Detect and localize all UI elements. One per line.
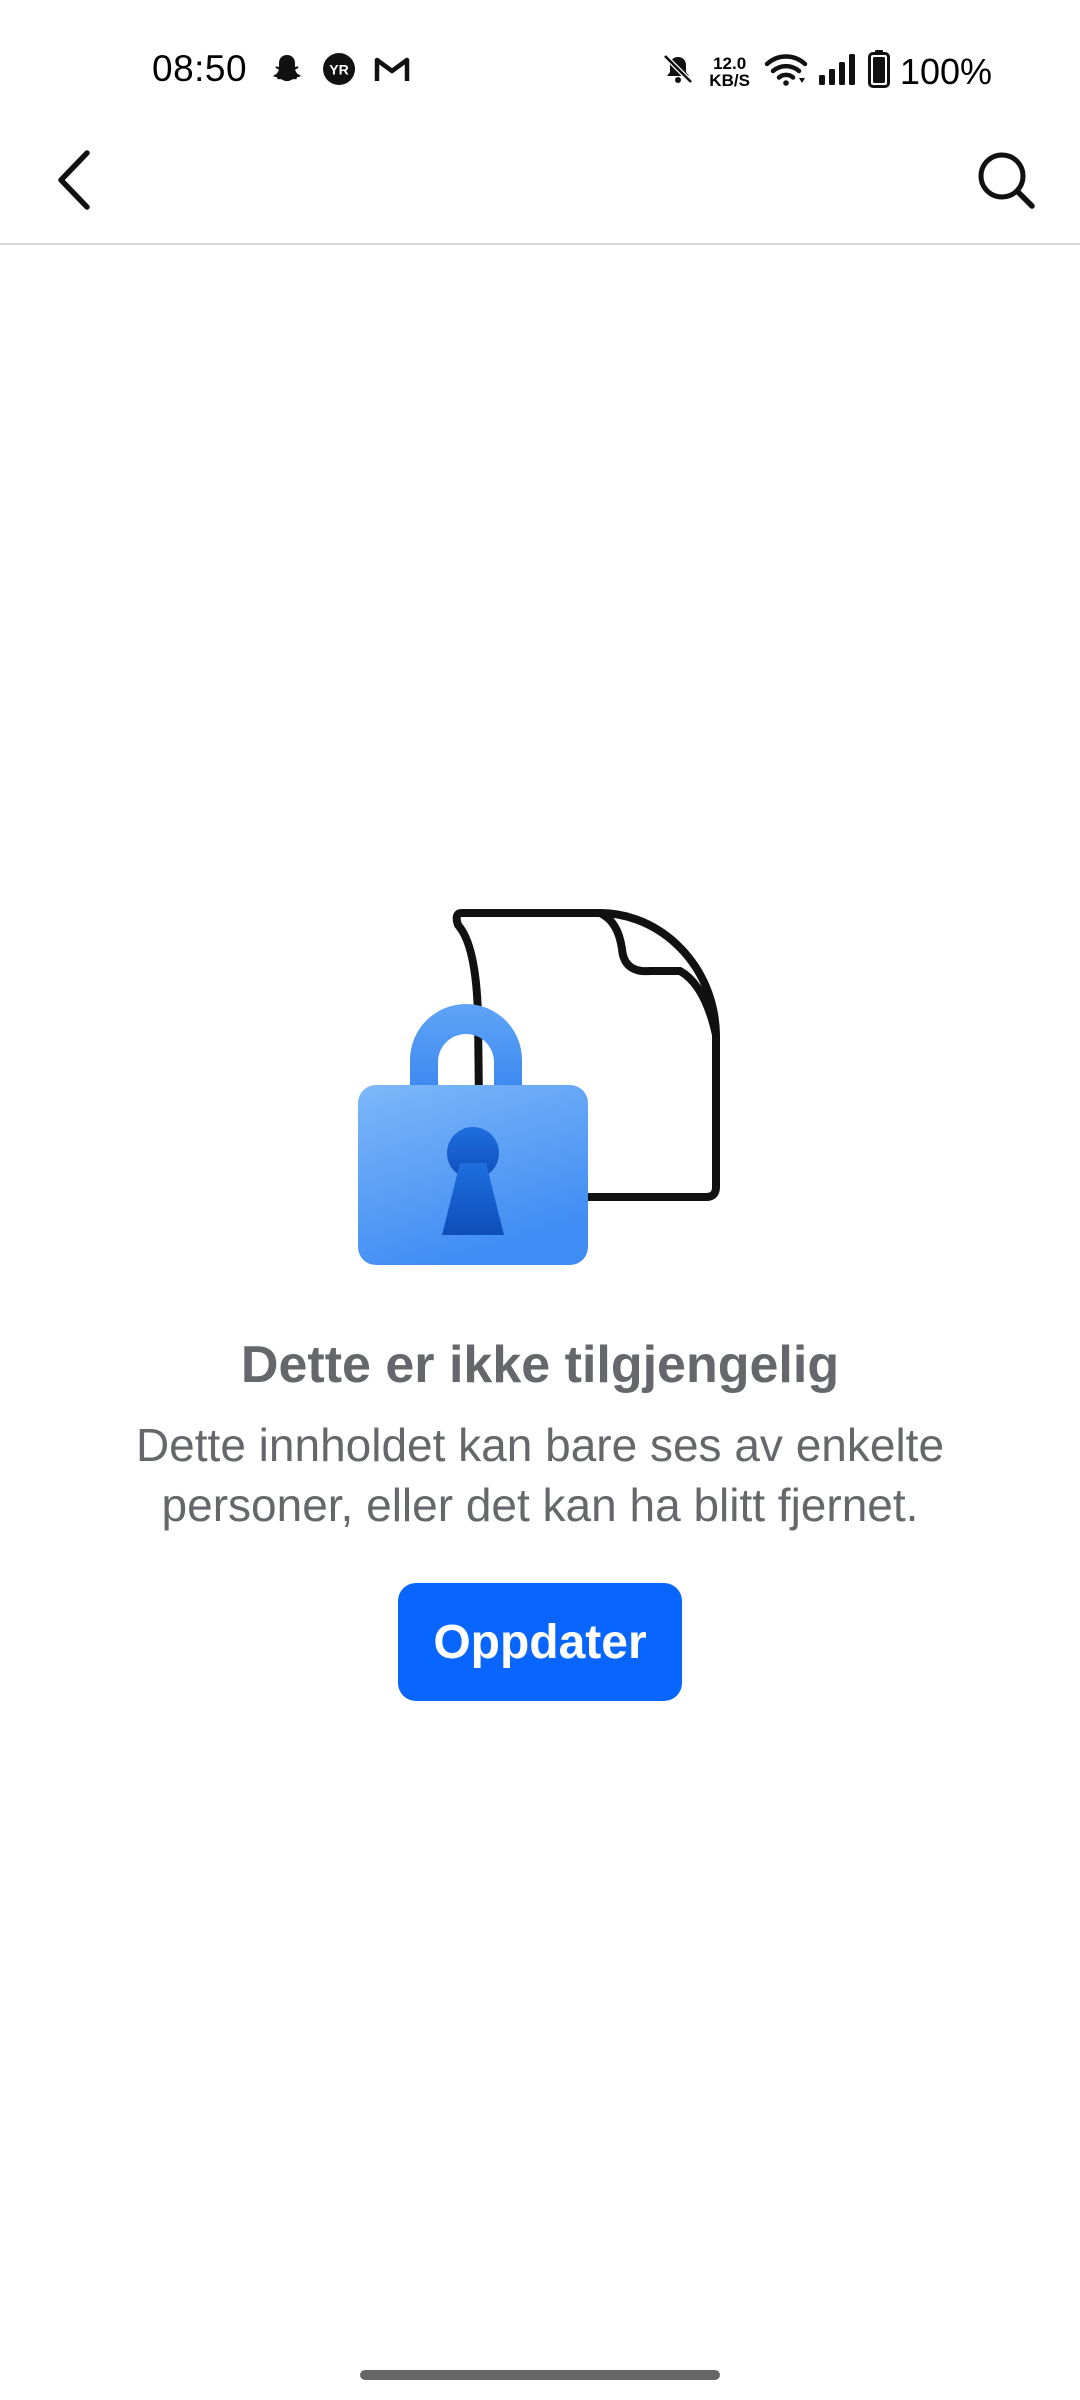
search-icon [978, 152, 1035, 209]
notification-icons: YR [270, 52, 410, 86]
empty-state-title: Dette er ikke tilgjengelig [240, 1336, 840, 1394]
locked-document-icon [350, 905, 730, 1275]
empty-state-message: Dette innholdet kan bare ses av enkelte … [80, 1415, 1000, 1535]
wifi-icon [764, 52, 808, 91]
system-icons: 12.0 KB/S 100% [661, 50, 992, 93]
top-app-bar [0, 145, 1080, 245]
mute-bell-icon [661, 52, 695, 91]
battery-percent: 100% [899, 50, 992, 92]
network-speed: 12.0 KB/S [709, 55, 750, 89]
empty-state-message-line: personer, eller det kan ha blitt fjernet… [161, 1479, 919, 1531]
chevron-left-icon [58, 150, 90, 210]
gmail-icon [374, 54, 410, 84]
yr-icon-label: YR [329, 62, 348, 78]
empty-state-message-line: Dette innholdet kan bare ses av enkelte [135, 1419, 945, 1471]
search-button[interactable] [968, 145, 1044, 215]
battery-icon [867, 50, 890, 93]
status-time: 08:50 [152, 48, 248, 89]
network-speed-unit: KB/S [709, 70, 750, 90]
signal-icon [818, 53, 858, 90]
yr-icon: YR [322, 52, 356, 86]
home-indicator[interactable] [360, 2370, 720, 2380]
back-button[interactable] [40, 145, 110, 215]
status-bar: 08:50 YR 12.0 KB/S 100% [0, 0, 1080, 145]
screen: 08:50 YR 12.0 KB/S 100% Dette er ikke ti… [0, 0, 1080, 2400]
snapchat-icon [270, 52, 304, 86]
network-speed-value: 12.0 [713, 53, 747, 73]
refresh-button[interactable]: Oppdater [398, 1583, 682, 1701]
